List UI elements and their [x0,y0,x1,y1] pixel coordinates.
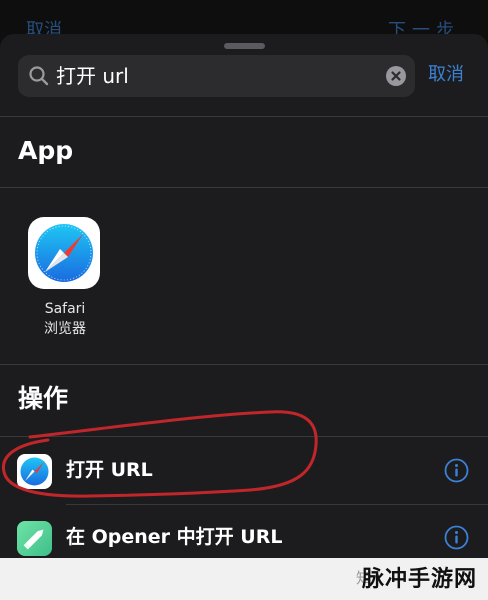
search-icon [29,66,49,86]
apps-divider [0,187,488,188]
actions-divider [0,436,488,437]
info-icon[interactable] [444,458,469,483]
search-input[interactable]: 打开 url [18,55,415,97]
section-title-actions: 操作 [18,384,69,413]
search-query-text[interactable]: 打开 url [56,63,129,89]
cancel-button[interactable]: 取消 [428,64,464,86]
apps-bottom-divider [0,364,488,365]
row-divider [66,504,488,505]
action-label: 在 Opener 中打开 URL [66,526,283,548]
app-name-label: Safari [44,301,86,317]
action-search-sheet: 打开 url 取消 App Safari 浏览器 操作 打开 URL 在 Ope… [0,34,488,600]
action-label: 打开 URL [66,459,153,481]
sheet-grabber[interactable] [224,43,265,49]
app-tile-safari[interactable]: Safari 浏览器 [28,217,102,339]
clear-icon[interactable] [385,65,407,87]
watermark-site: 脉冲手游网 [362,567,478,592]
app-subtitle-label: 浏览器 [44,321,86,337]
info-icon[interactable] [444,525,469,550]
section-title-apps: App [18,136,74,165]
opener-pencil-icon [17,521,52,556]
action-row-open-url[interactable]: 打开 URL [0,441,488,501]
safari-compass-icon [17,454,52,489]
header-divider [0,116,488,117]
safari-compass-icon [28,217,100,289]
